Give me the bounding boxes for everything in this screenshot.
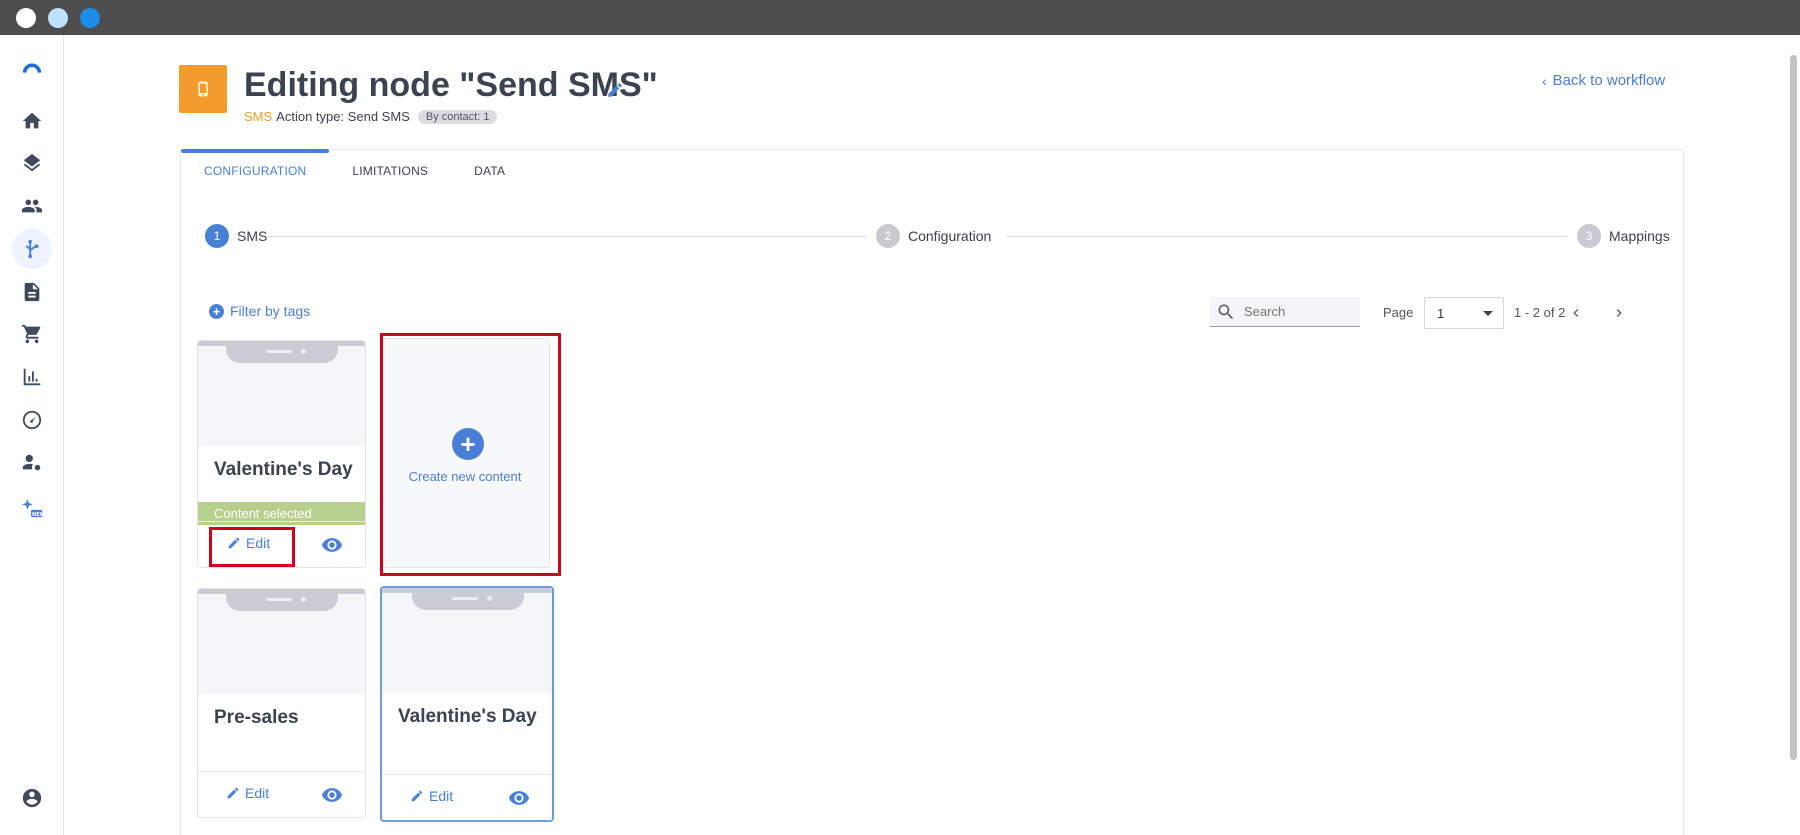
action-type-label: Action type: Send SMS: [276, 109, 410, 124]
preview-eye-button[interactable]: [508, 787, 530, 814]
contact-pill: By contact: 1: [417, 109, 498, 124]
page-range: 1 - 2 of 2: [1514, 305, 1566, 320]
eye-icon: [321, 538, 343, 552]
workflow-icon[interactable]: [12, 229, 52, 269]
pencil-icon: [411, 790, 423, 802]
tab-data[interactable]: DATA: [451, 150, 528, 192]
step-label: SMS: [237, 228, 268, 244]
pencil-icon: [227, 787, 239, 799]
back-to-workflow-link[interactable]: ‹ Back to workflow: [1542, 72, 1665, 89]
edit-button[interactable]: Edit: [227, 535, 270, 551]
edit-label: Edit: [246, 535, 271, 551]
search-icon: [1218, 304, 1234, 319]
document-icon[interactable]: [12, 272, 52, 312]
scrollbar[interactable]: [1790, 55, 1797, 760]
search-input[interactable]: [1244, 304, 1344, 319]
create-new-content-card[interactable]: + Create new content: [380, 338, 550, 568]
tab-configuration[interactable]: CONFIGURATION: [181, 149, 330, 192]
edit-title-pencil-icon[interactable]: [606, 81, 624, 99]
window-minimize-button[interactable]: [48, 8, 68, 28]
plus-circle-icon: +: [452, 428, 484, 460]
step-configuration[interactable]: 2 Configuration: [876, 224, 991, 248]
page-title: Editing node "Send SMS": [244, 66, 658, 104]
phone-preview: [198, 341, 365, 446]
chevron-right-icon: [1616, 309, 1622, 317]
card-title: Valentine's Day: [398, 706, 537, 727]
card-title: Pre-sales: [214, 707, 299, 728]
filter-by-tags-button[interactable]: + Filter by tags: [209, 303, 310, 319]
step-connector: [1007, 236, 1567, 237]
sidebar: NEW: [0, 35, 64, 835]
step-sms[interactable]: 1 SMS: [205, 224, 267, 248]
phone-preview: [382, 588, 552, 693]
card-title: Valentine's Day: [214, 459, 353, 480]
cart-icon[interactable]: [12, 314, 52, 354]
back-link-label: Back to workflow: [1552, 72, 1666, 89]
card-actions: Edit: [198, 521, 365, 567]
tab-bar: CONFIGURATION LIMITATIONS DATA: [181, 149, 528, 192]
edit-label: Edit: [429, 788, 454, 804]
edit-label: Edit: [245, 785, 270, 801]
step-mappings[interactable]: 3 Mappings: [1577, 224, 1670, 248]
people-icon[interactable]: [12, 186, 52, 226]
stepper: 1 SMS 2 Configuration 3 Mappings: [205, 224, 1675, 250]
edit-button[interactable]: Edit: [410, 788, 453, 804]
gauge-icon[interactable]: [12, 400, 52, 440]
config-panel: CONFIGURATION LIMITATIONS DATA 1 SMS 2 C…: [180, 149, 1684, 835]
step-number: 3: [1577, 224, 1601, 248]
chevron-left-icon: [1573, 309, 1579, 317]
node-subtitle: SMS Action type: Send SMS By contact: 1: [244, 109, 498, 124]
page-select[interactable]: 1: [1424, 297, 1504, 329]
chevron-left-icon: ‹: [1542, 72, 1547, 89]
step-number: 2: [876, 224, 900, 248]
step-label: Mappings: [1609, 228, 1670, 244]
sms-node-badge: [179, 65, 227, 113]
prev-page-button[interactable]: [1562, 299, 1590, 327]
phone-preview: [198, 589, 365, 694]
tab-limitations[interactable]: LIMITATIONS: [329, 150, 451, 192]
eye-icon: [508, 791, 530, 805]
step-connector: [268, 236, 866, 237]
page-select-value: 1: [1437, 305, 1445, 321]
bar-chart-icon[interactable]: [12, 357, 52, 397]
layers-icon[interactable]: [12, 143, 52, 183]
window-close-button[interactable]: [16, 8, 36, 28]
phone-icon: [198, 81, 208, 97]
step-number: 1: [205, 224, 229, 248]
preview-eye-button[interactable]: [321, 784, 343, 811]
page-label: Page: [1383, 305, 1414, 320]
channel-label: SMS: [244, 109, 273, 124]
svg-text:NEW: NEW: [32, 512, 43, 518]
filter-by-tags-label: Filter by tags: [230, 303, 311, 319]
account-icon[interactable]: [12, 778, 52, 818]
preview-eye-button[interactable]: [321, 534, 343, 561]
next-page-button[interactable]: [1605, 299, 1633, 327]
sparkle-new-icon[interactable]: NEW: [12, 488, 52, 528]
edit-button[interactable]: Edit: [226, 785, 269, 801]
content-card[interactable]: Valentine's Day Content selected Edit: [197, 340, 366, 568]
step-label: Configuration: [908, 228, 992, 244]
logo-icon[interactable]: [12, 49, 52, 89]
create-new-content-label: Create new content: [408, 469, 522, 484]
pencil-icon: [228, 537, 240, 549]
window-titlebar: [0, 0, 1800, 35]
user-settings-icon[interactable]: [12, 443, 52, 483]
eye-icon: [321, 788, 343, 802]
card-actions: Edit: [382, 774, 552, 820]
content-card-selected[interactable]: Valentine's Day Edit: [380, 586, 554, 822]
search-box: [1210, 297, 1360, 327]
caret-down-icon: [1483, 311, 1493, 316]
window-maximize-button[interactable]: [80, 8, 100, 28]
content-card[interactable]: Pre-sales Edit: [197, 588, 366, 818]
plus-circle-icon: +: [209, 303, 224, 319]
card-actions: Edit: [198, 771, 365, 817]
home-icon[interactable]: [12, 101, 52, 141]
